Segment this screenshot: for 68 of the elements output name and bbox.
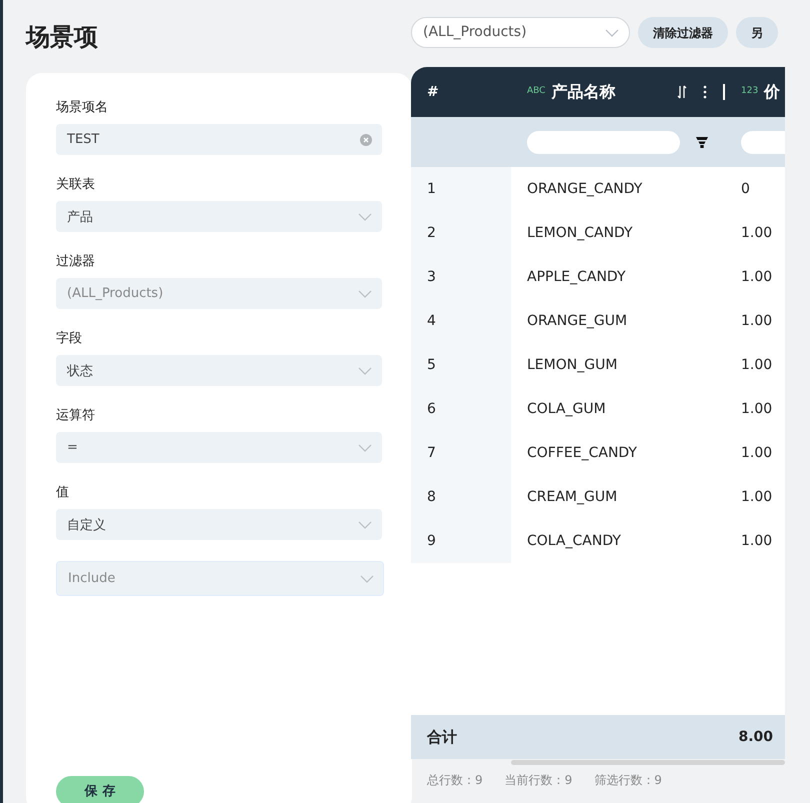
row-number: 4 [411, 299, 511, 343]
row-number: 1 [411, 167, 511, 211]
row-number: 8 [411, 475, 511, 519]
chevron-down-icon [358, 290, 372, 298]
table-cell-text: 1.00 [740, 444, 774, 462]
column-header[interactable]: 价 [764, 80, 780, 104]
chevron-down-icon [360, 574, 374, 582]
table-cell-text: 1.00 [740, 532, 774, 550]
filter-icon[interactable] [696, 136, 708, 148]
type-tag: ABC [527, 85, 546, 99]
status-text: 总行数：9 [427, 772, 483, 789]
save-button[interactable]: 保 存 [56, 776, 144, 803]
table-cell-text: 1.00 [740, 312, 774, 330]
row-number: 5 [411, 343, 511, 387]
table-cell-text: 1.00 [740, 356, 774, 374]
table-cell-text: APPLE_CANDY [526, 268, 626, 286]
status-text: 当前行数：9 [504, 772, 572, 789]
sort-icon[interactable] [677, 85, 687, 99]
field-label: 字段 [56, 330, 83, 347]
text-field[interactable]: TEST [56, 124, 382, 155]
select-field[interactable]: 自定义 [56, 509, 382, 540]
table-cell-text: LEMON_CANDY [526, 224, 634, 242]
field-label: 过滤器 [56, 253, 96, 270]
select-field[interactable]: 状态 [56, 355, 382, 386]
field-label: 关联表 [56, 176, 96, 193]
chevron-down-icon [358, 212, 372, 220]
more-icon[interactable] [703, 85, 707, 99]
field-label: 运算符 [56, 407, 96, 424]
table-cell-text: COLA_CANDY [526, 532, 622, 550]
table-cell-text: 1.00 [740, 224, 774, 242]
chevron-down-icon [358, 520, 372, 528]
chevron-down-icon [605, 28, 619, 36]
toolbar-button[interactable]: 清除过滤器 [638, 17, 728, 48]
table-cell-text: COFFEE_CANDY [526, 444, 638, 462]
toolbar-button[interactable]: 另 [736, 17, 778, 48]
clear-icon[interactable] [360, 134, 372, 146]
chevron-down-icon [358, 366, 372, 374]
scrollbar[interactable] [511, 760, 785, 765]
select-field[interactable]: (ALL_Products) [56, 278, 382, 309]
total-value: 8.00 [737, 728, 773, 746]
page-title: 场景项 [26, 22, 99, 53]
table-cell-text: ORANGE_CANDY [526, 180, 644, 198]
table-cell-text: 1.00 [740, 488, 774, 506]
status-text: 筛选行数：9 [594, 772, 662, 789]
column-header[interactable]: 产品名称 [551, 80, 616, 104]
row-number: 9 [411, 519, 511, 563]
select-field[interactable]: 产品 [56, 201, 382, 232]
chevron-down-icon [358, 444, 372, 452]
field-label: 值 [56, 484, 70, 501]
type-tag: 123 [741, 85, 758, 99]
row-number: 3 [411, 255, 511, 299]
table-cell-text: ORANGE_GUM [526, 312, 628, 330]
row-number: 2 [411, 211, 511, 255]
field-label: 场景项名 [56, 99, 109, 116]
table-cell-text: 0 [740, 180, 751, 198]
row-number: 7 [411, 431, 511, 475]
table-cell-text: 1.00 [740, 268, 774, 286]
table-cell-text: LEMON_GUM [526, 356, 618, 374]
total-label: 合计 [427, 728, 457, 746]
column-header[interactable]: # [427, 82, 439, 102]
table-cell-text: COLA_GUM [526, 400, 607, 418]
table-cell-text: CREAM_GUM [526, 488, 618, 506]
select-field[interactable]: = [56, 432, 382, 463]
row-number: 6 [411, 387, 511, 431]
table-cell-text: 1.00 [740, 400, 774, 418]
filter-select[interactable]: (ALL_Products) [411, 17, 630, 48]
filter-input[interactable] [527, 130, 680, 154]
select-field[interactable]: Include [56, 561, 384, 596]
